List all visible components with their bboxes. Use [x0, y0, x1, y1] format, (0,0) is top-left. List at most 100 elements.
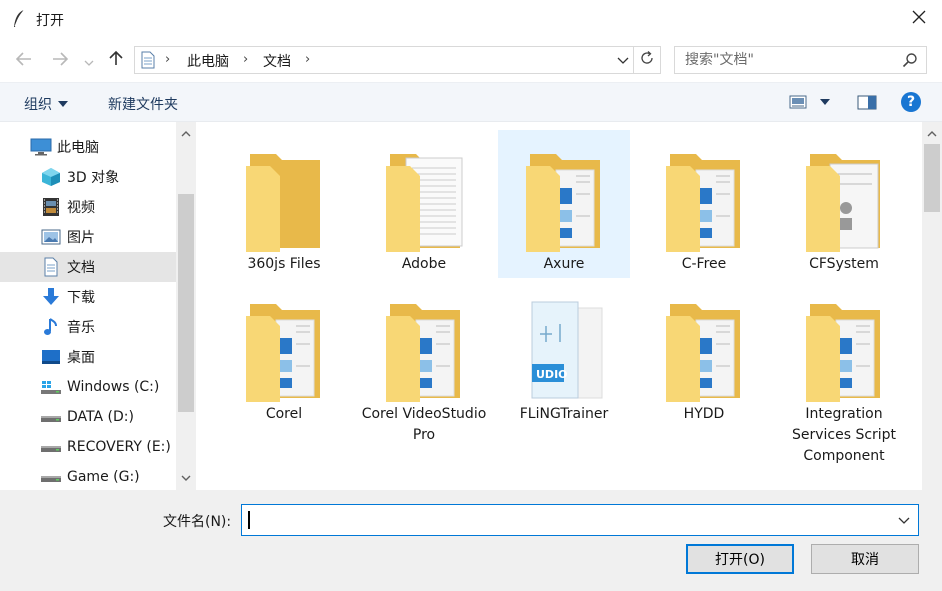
new-folder-button[interactable]: 新建文件夹	[108, 94, 178, 114]
breadcrumb-documents[interactable]: 文档	[263, 51, 291, 71]
window-title: 打开	[36, 13, 64, 29]
nav-item-desktop[interactable]: 桌面	[0, 342, 176, 372]
nav-item-pictures[interactable]: 图片	[0, 222, 176, 252]
preview-pane-icon[interactable]	[857, 95, 877, 114]
nav-item-music[interactable]: 音乐	[0, 312, 176, 342]
nav-item-game-g[interactable]: Game (G:)	[0, 462, 176, 490]
file-item[interactable]: Adobe	[358, 130, 490, 278]
file-name: 360js Files	[247, 256, 321, 272]
audio-file-icon: UDIO	[516, 286, 612, 399]
nav-item-this-pc[interactable]: 此电脑	[0, 132, 176, 162]
drive-icon	[40, 436, 62, 458]
file-item[interactable]: UDIO FLiNGTrainer	[498, 280, 630, 452]
file-name: FLiNGTrainer	[519, 406, 609, 422]
up-button[interactable]	[106, 50, 126, 70]
scrollbar-thumb[interactable]	[178, 194, 194, 412]
nav-item-label: 图片	[67, 230, 95, 246]
nav-item-data-d[interactable]: DATA (D:)	[0, 402, 176, 432]
file-name: Corel	[265, 406, 303, 422]
organize-button[interactable]: 组织	[24, 94, 68, 114]
back-button[interactable]	[14, 50, 34, 70]
breadcrumb-this-pc[interactable]: 此电脑	[187, 51, 229, 71]
nav-item-label: 下载	[67, 290, 95, 306]
search-input[interactable]	[675, 47, 895, 73]
file-name: Corel VideoStudio Pro	[361, 406, 487, 443]
folder-icon	[516, 136, 612, 252]
pictures-icon	[40, 226, 62, 248]
drive-icon	[40, 466, 62, 488]
search-box[interactable]	[674, 46, 927, 74]
help-button[interactable]: ?	[901, 92, 921, 112]
nav-item-3d-objects[interactable]: 3D 对象	[0, 162, 176, 192]
documents-icon	[140, 51, 156, 73]
arrow-left-icon	[15, 50, 32, 71]
nav-item-label: 此电脑	[57, 140, 99, 156]
nav-item-label: DATA (D:)	[67, 409, 134, 425]
scroll-down-arrow[interactable]	[176, 468, 196, 488]
cancel-button[interactable]: 取消	[811, 544, 919, 574]
folder-icon	[236, 136, 332, 252]
nav-pane-scrollbar[interactable]	[176, 122, 196, 490]
divider	[633, 47, 634, 73]
filename-combobox[interactable]	[241, 504, 919, 536]
filename-dropdown[interactable]	[894, 510, 914, 530]
forward-button[interactable]	[50, 50, 70, 70]
file-item[interactable]: C-Free	[638, 130, 770, 278]
address-bar[interactable]: › 此电脑 › 文档 ›	[134, 46, 661, 74]
nav-item-label: 视频	[67, 200, 95, 216]
nav-item-label: Game (G:)	[67, 469, 140, 485]
nav-item-label: Windows (C:)	[67, 379, 160, 395]
scroll-up-arrow[interactable]	[922, 124, 942, 144]
computer-icon	[30, 136, 52, 158]
file-item[interactable]: 360js Files	[218, 130, 350, 278]
svg-text:UDIO: UDIO	[536, 368, 568, 381]
command-bar: 组织 新建文件夹 ?	[0, 82, 942, 122]
close-icon	[912, 10, 926, 28]
breadcrumb-separator: ›	[305, 52, 311, 67]
nav-item-recovery-e[interactable]: RECOVERY (E:)	[0, 432, 176, 462]
title-bar: 打开	[0, 0, 942, 38]
nav-item-label: RECOVERY (E:)	[67, 439, 171, 455]
file-list-scrollbar[interactable]	[922, 122, 942, 490]
nav-item-windows-c[interactable]: Windows (C:)	[0, 372, 176, 402]
breadcrumb-separator: ›	[165, 52, 171, 67]
address-history-dropdown[interactable]	[613, 50, 633, 70]
file-name: CFSystem	[809, 256, 879, 272]
file-item[interactable]: Integration Services Script Component	[778, 280, 910, 464]
folder-icon	[376, 136, 472, 252]
file-item[interactable]: HYDD	[638, 280, 770, 452]
scroll-up-arrow[interactable]	[176, 124, 196, 144]
file-item[interactable]: Axure	[498, 130, 630, 278]
download-icon	[40, 286, 62, 308]
scrollbar-thumb[interactable]	[924, 144, 940, 212]
view-options-dropdown[interactable]	[820, 99, 830, 105]
chevron-down-icon	[898, 512, 910, 528]
file-name: HYDD	[683, 406, 725, 422]
file-name-area: 文件名(N): 打开(O) 取消	[0, 490, 942, 591]
desktop-icon	[40, 346, 62, 368]
file-item[interactable]: CFSystem	[778, 130, 910, 278]
refresh-button[interactable]	[637, 50, 657, 70]
nav-item-label: 3D 对象	[67, 170, 120, 186]
drive-icon	[40, 406, 62, 428]
file-item[interactable]: Corel	[218, 280, 350, 452]
nav-item-downloads[interactable]: 下载	[0, 282, 176, 312]
recent-locations-button[interactable]	[82, 50, 96, 70]
search-icon[interactable]	[902, 52, 918, 72]
feather-icon	[12, 9, 26, 29]
close-button[interactable]	[896, 0, 942, 38]
nav-item-documents[interactable]: 文档	[0, 252, 176, 282]
navigation-pane: 此电脑 3D 对象 视频 图片 文档 下载 音乐 桌面 Windows (C:)…	[0, 122, 196, 490]
text-cursor	[248, 511, 250, 529]
file-name: C-Free	[681, 256, 727, 272]
nav-item-videos[interactable]: 视频	[0, 192, 176, 222]
windows-drive-icon	[40, 376, 62, 398]
view-options-icon[interactable]	[789, 95, 807, 113]
3d-objects-icon	[40, 166, 62, 188]
file-item[interactable]: Corel VideoStudio Pro	[358, 280, 490, 452]
folder-icon	[656, 136, 752, 252]
folder-icon	[376, 286, 472, 402]
folder-icon	[656, 286, 752, 402]
filename-input[interactable]	[242, 505, 892, 535]
open-button[interactable]: 打开(O)	[686, 544, 794, 574]
